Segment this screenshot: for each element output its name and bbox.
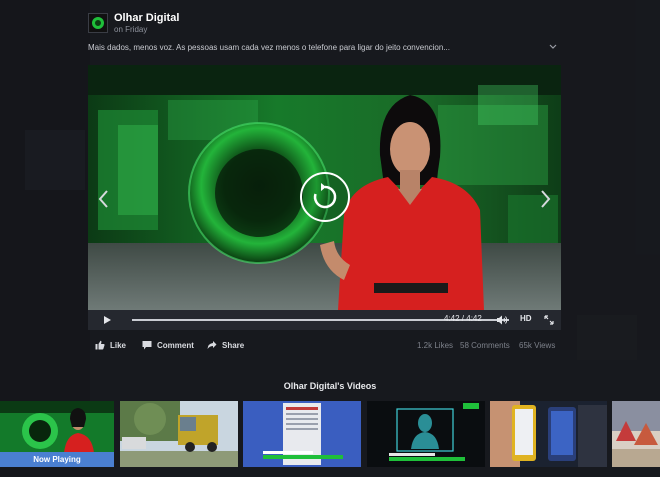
video-thumbnail[interactable] — [243, 401, 361, 467]
replay-icon[interactable] — [299, 171, 351, 223]
views-count: 65k Views — [519, 341, 556, 350]
thumbs-up-icon — [95, 340, 105, 350]
video-thumbnail[interactable] — [612, 401, 660, 467]
comment-label: Comment — [157, 340, 194, 350]
video-thumbnail[interactable] — [367, 401, 485, 467]
player-controls: 4:42 / 4:42 HD — [88, 310, 561, 330]
hd-toggle[interactable]: HD — [520, 314, 532, 323]
share-icon — [207, 341, 217, 349]
video-thumbnail[interactable] — [490, 401, 607, 467]
likes-count[interactable]: 1.2k Likes — [417, 341, 453, 350]
fullscreen-icon[interactable] — [544, 315, 554, 325]
thumbnail-image — [490, 401, 607, 467]
page-name[interactable]: Olhar Digital — [114, 12, 179, 24]
thumbnail-image — [367, 401, 485, 467]
video-thumbnail[interactable]: Now Playing — [0, 401, 114, 467]
chevron-down-icon[interactable] — [549, 42, 557, 52]
like-label: Like — [110, 340, 127, 350]
olhar-digital-logo-icon — [92, 17, 104, 29]
thumbnail-image — [612, 401, 660, 467]
video-thumbnail[interactable] — [120, 401, 238, 467]
comment-icon — [142, 341, 152, 350]
post-text: Mais dados, menos voz. As pessoas usam c… — [88, 43, 450, 52]
like-button[interactable]: Like — [95, 340, 126, 350]
time-readout: 4:42 / 4:42 — [444, 314, 482, 323]
comments-count[interactable]: 58 Comments — [460, 341, 510, 350]
page-avatar[interactable] — [88, 13, 108, 33]
now-playing-label: Now Playing — [0, 452, 114, 467]
comment-button[interactable]: Comment — [142, 340, 194, 350]
next-arrow-icon[interactable] — [537, 187, 553, 211]
thumbnail-image — [243, 401, 361, 467]
videos-strip-title: Olhar Digital's Videos — [283, 381, 377, 391]
play-icon[interactable] — [102, 315, 112, 325]
thumbnail-image — [120, 401, 238, 467]
video-player[interactable]: 4:42 / 4:42 HD — [88, 65, 561, 330]
share-button[interactable]: Share — [207, 340, 244, 350]
share-label: Share — [222, 340, 245, 350]
previous-arrow-icon[interactable] — [96, 187, 112, 211]
volume-icon[interactable] — [496, 315, 508, 325]
post-timestamp[interactable]: on Friday — [114, 25, 147, 34]
